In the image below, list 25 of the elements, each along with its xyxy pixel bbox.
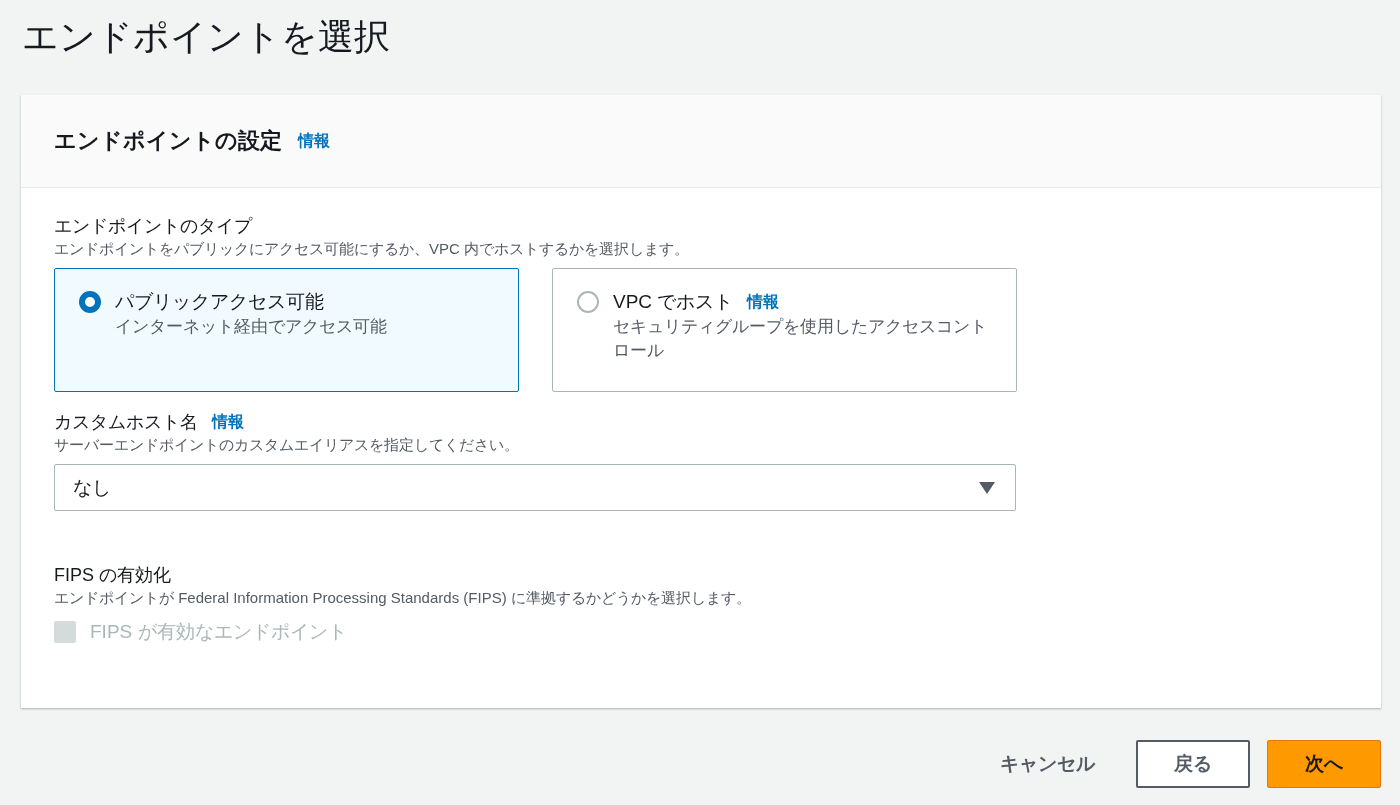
option-description: セキュリティグループを使用したアクセスコントロール	[613, 316, 988, 362]
page-title: エンドポイントを選択	[21, 15, 391, 59]
radio-button[interactable]	[577, 291, 599, 313]
field-label: エンドポイントのタイプ	[54, 215, 254, 238]
field-description: エンドポイントをパブリックにアクセス可能にするか、VPC 内でホストするかを選択します。	[54, 239, 690, 259]
info-link[interactable]: 情報	[747, 291, 780, 313]
field-label: FIPS の有効化	[54, 564, 172, 587]
option-description: インターネット経由でアクセス可能	[115, 316, 387, 338]
option-title: パブリックアクセス可能	[115, 290, 324, 314]
info-link[interactable]: 情報	[298, 130, 330, 152]
info-link[interactable]: 情報	[212, 411, 244, 433]
radio-tile[interactable]: VPC でホスト 情報 セキュリティグループを使用したアクセスコントロール	[552, 268, 1017, 392]
radio-button[interactable]	[79, 291, 101, 313]
field-label: カスタムホスト名	[54, 411, 198, 434]
hostname-select[interactable]: なし	[54, 464, 1016, 511]
primary-button[interactable]: 次へ	[1267, 740, 1381, 788]
cancel-button[interactable]: キャンセル	[976, 740, 1119, 788]
caret-down-icon	[979, 481, 995, 494]
option-title: VPC でホスト	[613, 290, 734, 314]
secondary-button[interactable]: 戻る	[1136, 740, 1250, 788]
field-description: エンドポイントが Federal Information Processing Standards (FIPS) に準拠するかどうかを選択します。	[54, 588, 752, 608]
checkbox-label: FIPS が有効なエンドポイント	[90, 620, 347, 644]
field-description: サーバーエンドポイントのカスタムエイリアスを指定してください。	[54, 435, 520, 455]
card-title: エンドポイントの設定	[54, 127, 282, 155]
radio-tile[interactable]: パブリックアクセス可能 インターネット経由でアクセス可能	[54, 268, 519, 392]
